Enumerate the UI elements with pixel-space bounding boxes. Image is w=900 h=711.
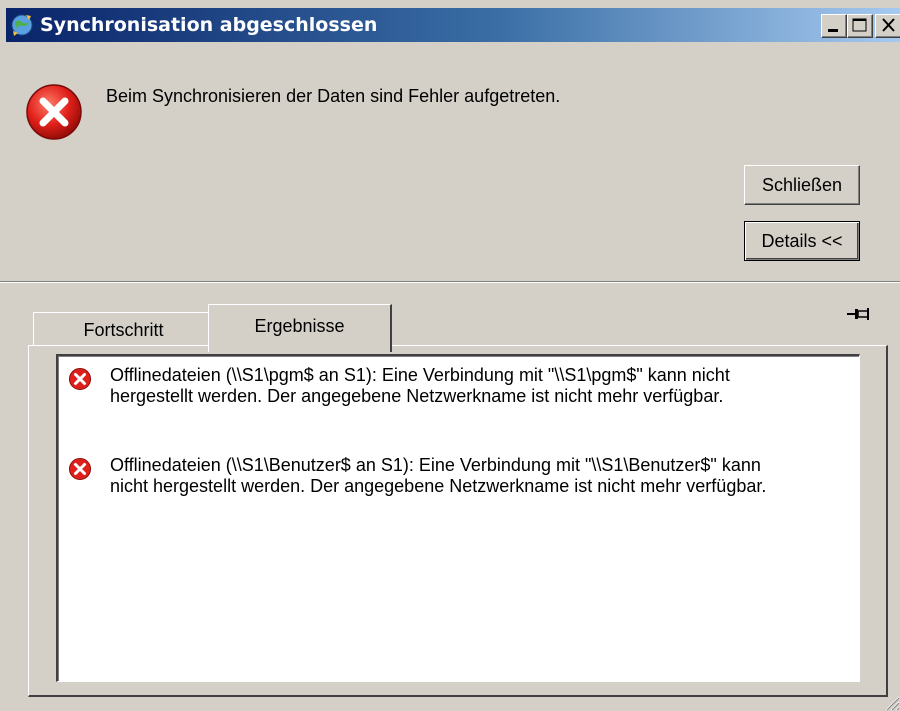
minimize-button[interactable] [821,14,847,38]
result-line: nicht hergestellt werden. Der angegebene… [110,476,767,496]
result-line: hergestellt werden. Der angegebene Netzw… [110,386,724,406]
tab-ergebnisse[interactable]: Ergebnisse [208,304,392,352]
error-message: Beim Synchronisieren der Daten sind Fehl… [106,86,561,106]
result-message: Offlinedateien (\\S1\pgm$ an S1): Eine V… [110,365,850,407]
window-title: Synchronisation abgeschlossen [40,14,378,36]
tab-fortschritt[interactable]: Fortschritt [33,312,215,348]
close-button[interactable]: Schließen [744,165,860,205]
maximize-button[interactable] [847,14,873,38]
details-toggle-button[interactable]: Details << [744,221,860,261]
pin-icon[interactable] [846,306,872,322]
error-icon [69,458,91,480]
title-bar[interactable]: Synchronisation abgeschlossen [6,8,900,42]
results-tab-panel: Offlinedateien (\\S1\pgm$ an S1): Eine V… [28,345,888,697]
result-message: Offlinedateien (\\S1\Benutzer$ an S1): E… [110,455,850,497]
minimize-icon [828,29,838,32]
error-icon [26,84,82,140]
close-window-button[interactable] [875,14,900,38]
separator [0,281,900,283]
result-line: Offlinedateien (\\S1\Benutzer$ an S1): E… [110,455,761,475]
result-line: Offlinedateien (\\S1\pgm$ an S1): Eine V… [110,365,730,385]
sync-dialog-window: Synchronisation abgeschlossen Beim Synch… [0,0,900,711]
sync-globe-icon [11,14,33,36]
results-list[interactable]: Offlinedateien (\\S1\pgm$ an S1): Eine V… [56,354,860,682]
close-icon [882,18,895,32]
error-icon [69,368,91,390]
maximize-icon [852,18,867,32]
